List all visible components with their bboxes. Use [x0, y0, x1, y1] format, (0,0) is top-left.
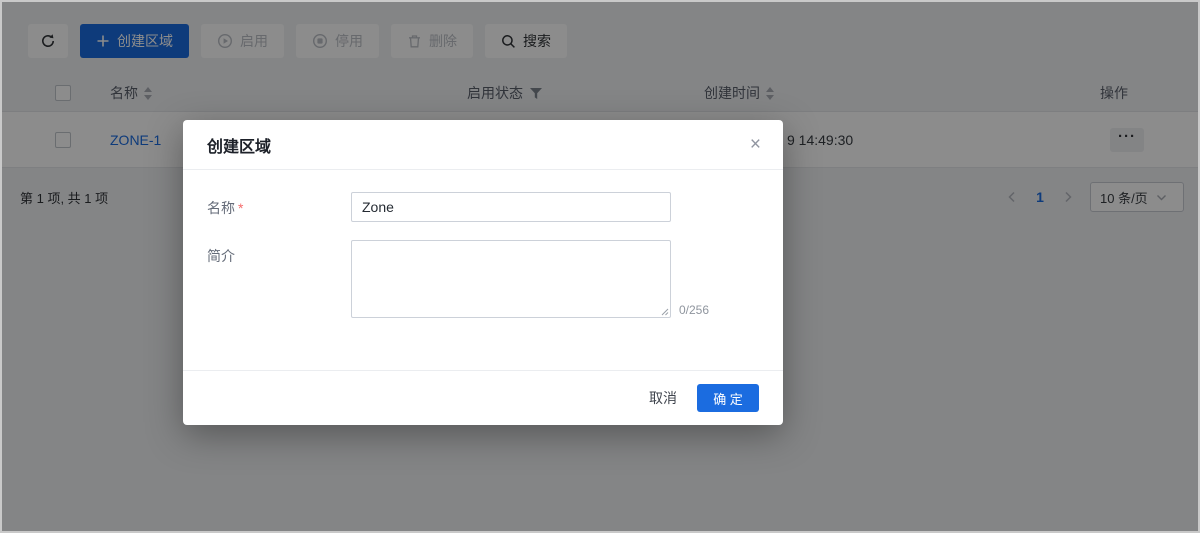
description-field-label: 简介	[183, 240, 351, 318]
page-frame: 创建区域 启用 停用 删除 搜索	[0, 0, 1200, 533]
create-zone-modal: 创建区域 × 名称* 简介	[183, 120, 783, 425]
modal-footer: 取消 确 定	[183, 370, 783, 425]
confirm-button[interactable]: 确 定	[697, 384, 759, 412]
name-field-control	[351, 192, 671, 222]
modal-header: 创建区域 ×	[183, 120, 783, 170]
required-asterisk: *	[238, 200, 243, 216]
name-field-label: 名称*	[183, 192, 351, 222]
name-label-text: 名称	[207, 200, 235, 216]
char-counter: 0/256	[679, 303, 709, 318]
name-field-row: 名称*	[183, 192, 783, 222]
modal-body: 名称* 简介 0/256	[183, 170, 783, 370]
description-label-text: 简介	[207, 248, 235, 264]
description-field-control: 0/256	[351, 240, 709, 318]
close-icon[interactable]: ×	[750, 135, 761, 154]
description-textarea[interactable]	[351, 240, 671, 318]
cancel-button[interactable]: 取消	[649, 388, 677, 408]
name-input[interactable]	[351, 192, 671, 222]
description-field-row: 简介 0/256	[183, 240, 783, 318]
modal-title: 创建区域	[207, 133, 271, 157]
